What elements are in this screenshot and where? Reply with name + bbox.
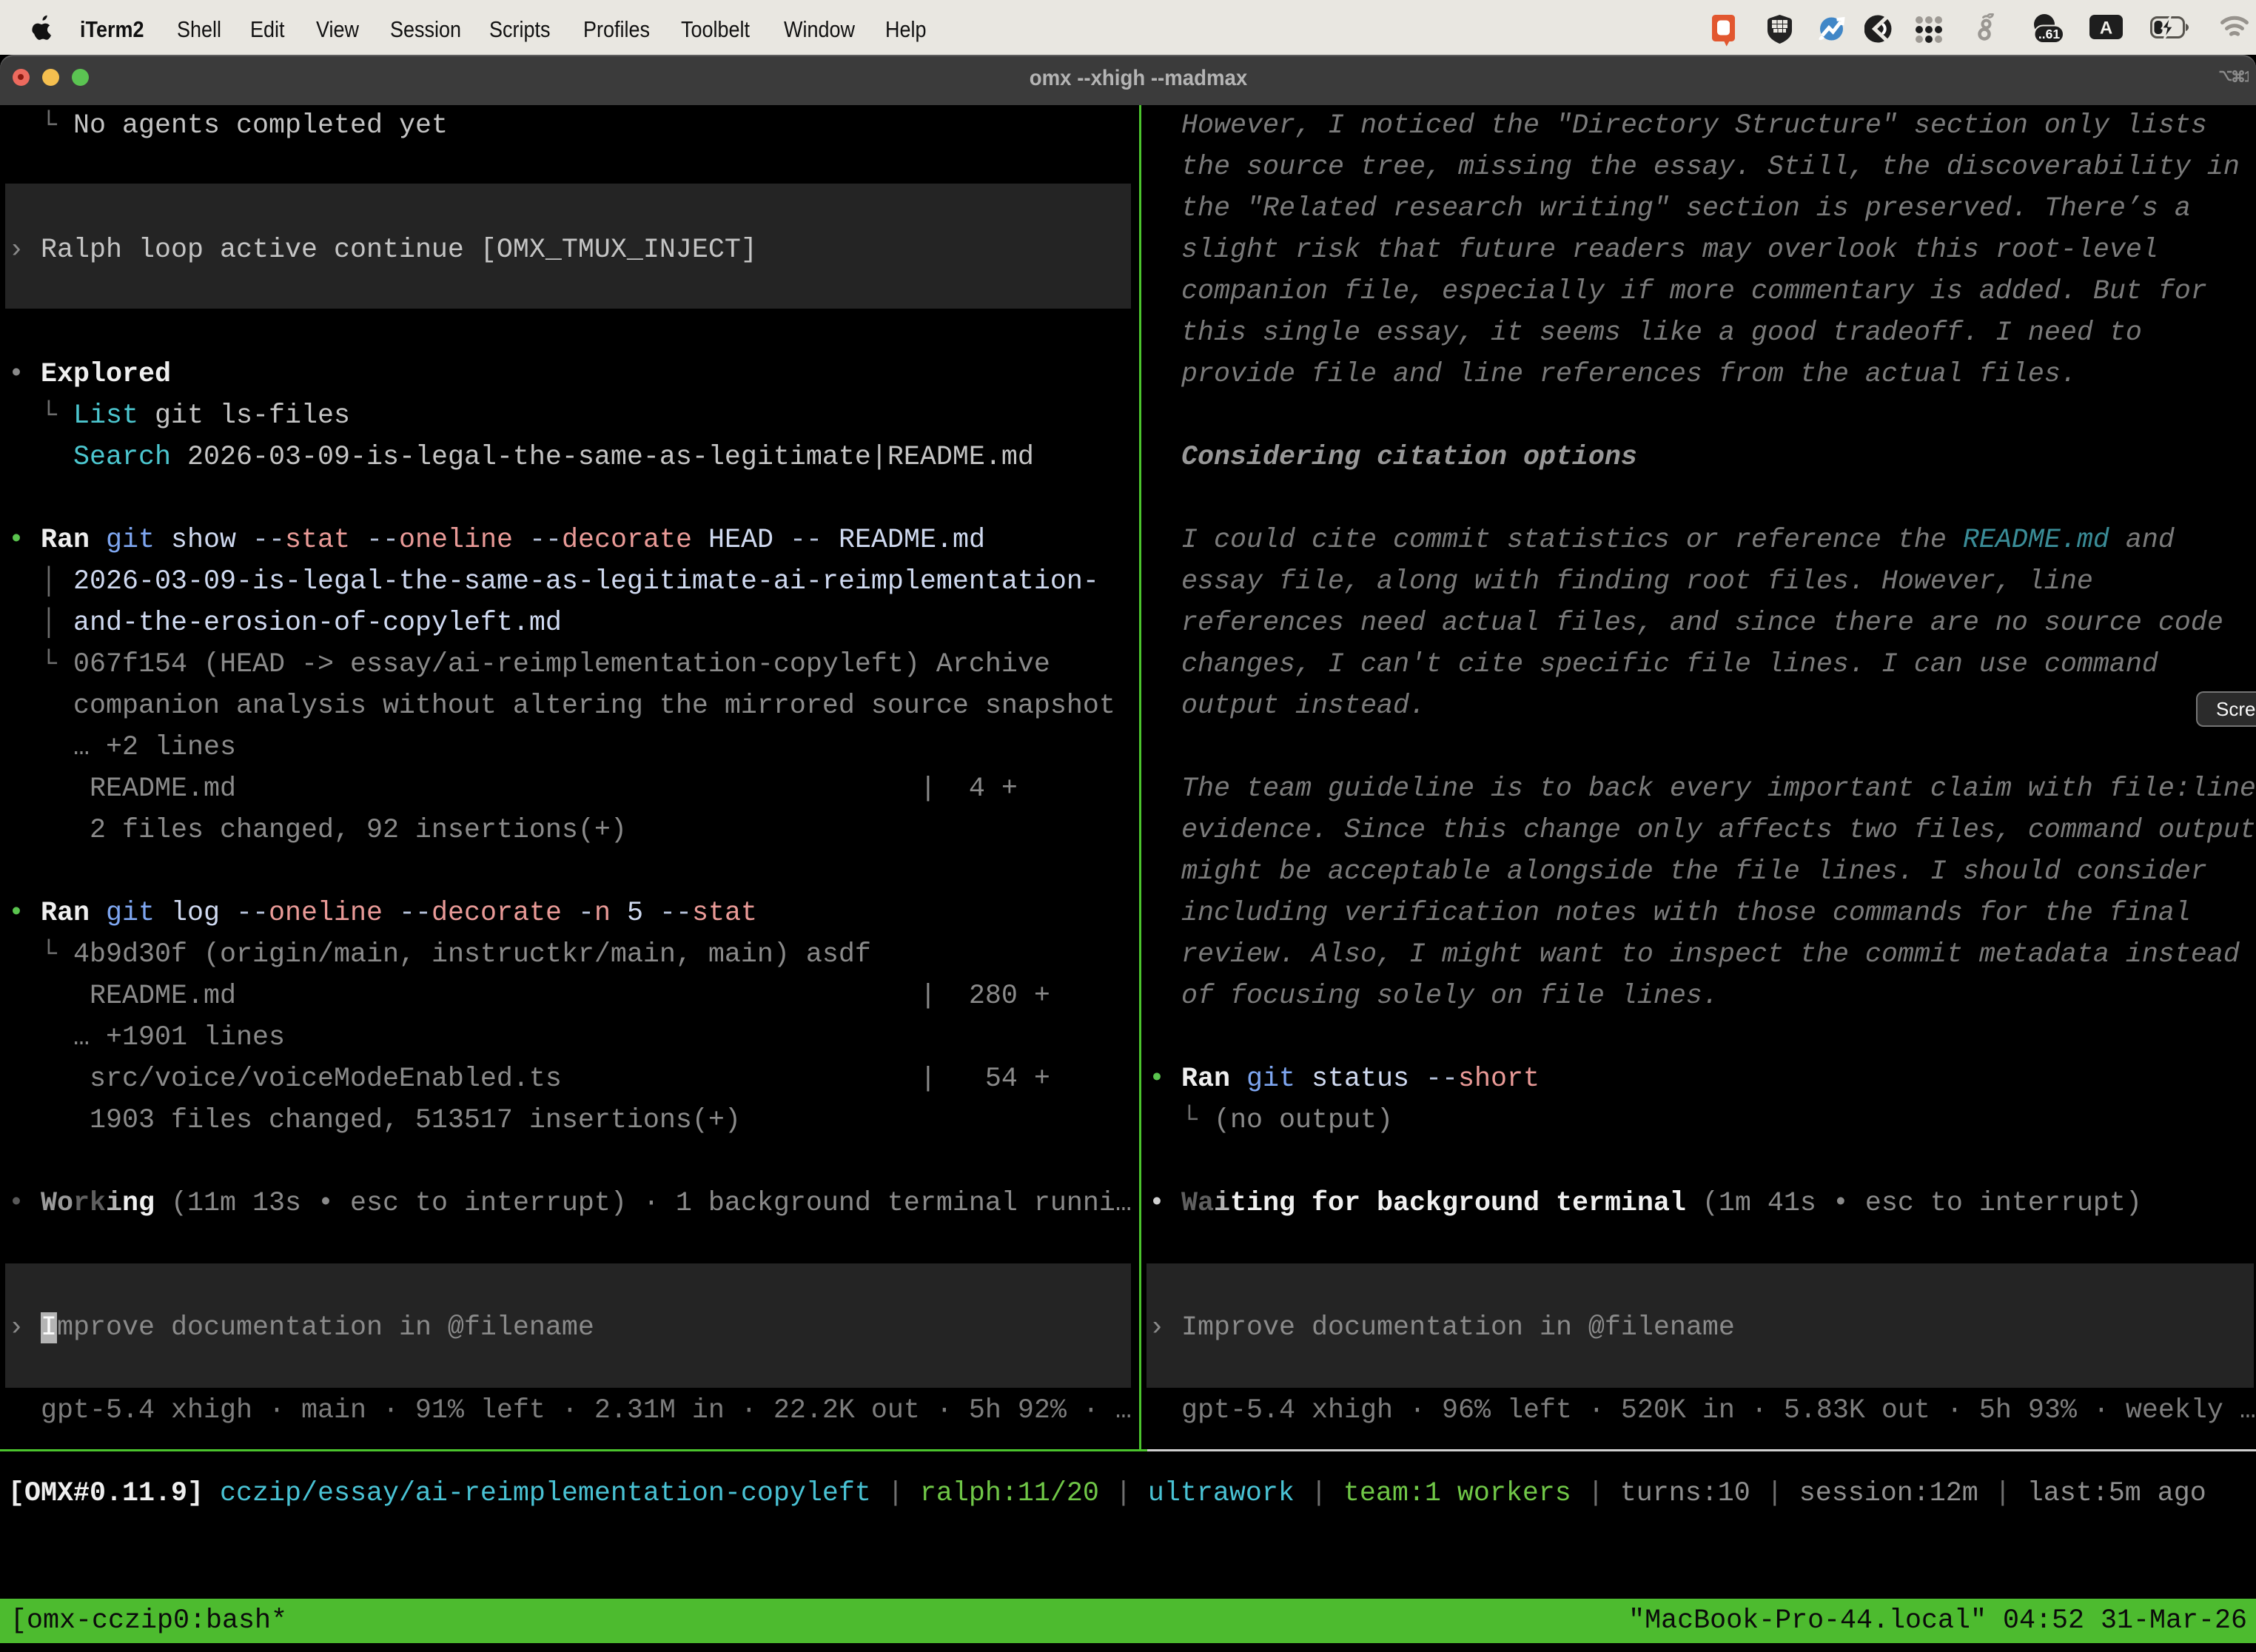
svg-text:A: A (2100, 19, 2112, 38)
svg-text:1: 1 (2244, 69, 2249, 86)
svg-text:..61: ..61 (2038, 27, 2060, 41)
